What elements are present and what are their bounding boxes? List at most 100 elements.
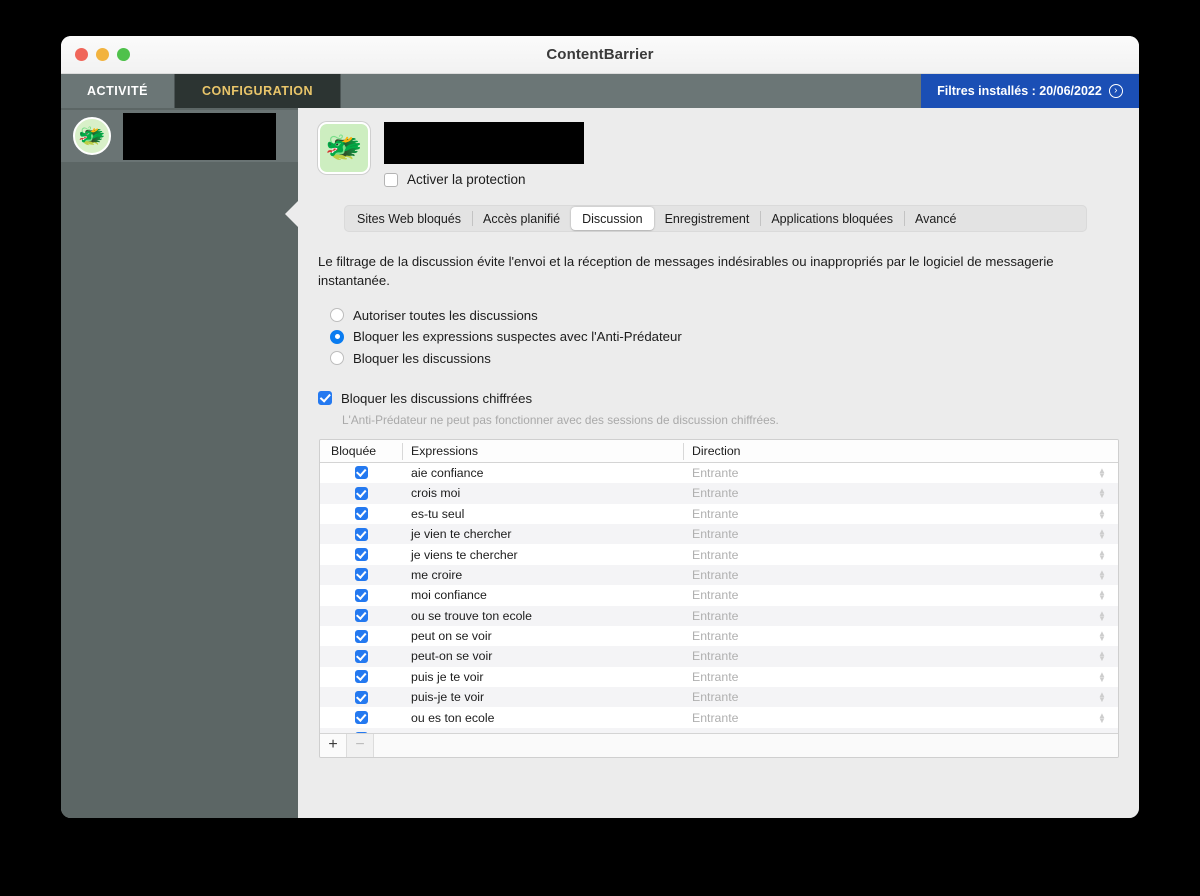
row-blocked-checkbox[interactable] [354, 588, 368, 602]
row-expression-cell[interactable]: je vien te chercher [402, 527, 683, 541]
row-direction-cell[interactable]: Entrante [683, 466, 1089, 480]
row-direction-cell[interactable]: Entrante [683, 629, 1089, 643]
table-row[interactable]: crois moi Entrante ▲ ▼ [320, 483, 1118, 504]
row-blocked-cell [320, 507, 402, 521]
direction-stepper-icon[interactable]: ▲ ▼ [1089, 568, 1115, 581]
tab-applications-bloquees[interactable]: Applications bloquées [760, 207, 904, 230]
row-blocked-checkbox[interactable] [354, 486, 368, 500]
row-expression-cell[interactable]: es-tu seul [402, 507, 683, 521]
row-expression-cell[interactable]: je viens te chercher [402, 548, 683, 562]
row-direction-cell[interactable]: Entrante [683, 588, 1089, 602]
row-blocked-checkbox[interactable] [354, 649, 368, 663]
direction-stepper-icon[interactable]: ▲ ▼ [1089, 589, 1115, 602]
dragon-avatar-icon[interactable]: 🐲 [318, 122, 370, 174]
remove-expression-button: − [347, 733, 374, 757]
direction-stepper-icon[interactable]: ▲ ▼ [1089, 650, 1115, 663]
direction-stepper-icon[interactable]: ▲ ▼ [1089, 609, 1115, 622]
row-expression-cell[interactable]: ou es ton ecole [402, 711, 683, 725]
row-expression-cell[interactable]: puis-je te voir [402, 690, 683, 704]
row-blocked-checkbox[interactable] [354, 629, 368, 643]
row-expression-cell[interactable]: puis je te voir [402, 670, 683, 684]
direction-stepper-icon[interactable]: ▲ ▼ [1089, 711, 1115, 724]
filters-installed-badge[interactable]: Filtres installés : 20/06/2022 › [921, 74, 1139, 108]
row-expression-cell[interactable]: aie confiance [402, 466, 683, 480]
row-expression-cell[interactable]: moi confiance [402, 588, 683, 602]
row-direction-cell[interactable]: Entrante [683, 711, 1089, 725]
row-blocked-checkbox[interactable] [354, 466, 368, 480]
direction-stepper-icon[interactable]: ▲ ▼ [1089, 507, 1115, 520]
row-blocked-checkbox[interactable] [354, 507, 368, 521]
table-row[interactable]: ou es ton ecole Entrante ▲ ▼ [320, 707, 1118, 727]
row-expression-cell[interactable]: peut-on se voir [402, 649, 683, 663]
column-header-bloquee[interactable]: Bloquée [320, 440, 402, 462]
row-direction-cell[interactable]: Entrante [683, 507, 1089, 521]
table-row[interactable]: je vien te chercher Entrante ▲ ▼ [320, 523, 1118, 545]
enable-protection-row[interactable]: Activer la protection [384, 172, 584, 187]
row-blocked-checkbox[interactable] [354, 731, 368, 733]
row-direction-cell[interactable]: Entrante [683, 690, 1089, 704]
direction-stepper-icon[interactable]: ▲ ▼ [1089, 528, 1115, 541]
table-row[interactable]: puis-je te voir Entrante ▲ ▼ [320, 687, 1118, 708]
dragon-avatar-icon: 🐲 [73, 117, 111, 155]
radio-block-discussions[interactable]: Bloquer les discussions [330, 347, 1118, 369]
row-blocked-checkbox[interactable] [354, 711, 368, 725]
table-row[interactable]: es-tu seul Entrante ▲ ▼ [320, 504, 1118, 524]
direction-stepper-icon[interactable]: ▲ ▼ [1089, 548, 1115, 561]
block-encrypted-checkbox[interactable] [318, 391, 332, 406]
tab-acces-planifie[interactable]: Accès planifié [472, 207, 571, 230]
block-encrypted-row[interactable]: Bloquer les discussions chiffrées [318, 391, 1118, 406]
table-row[interactable]: aie confiance Entrante ▲ ▼ [320, 463, 1118, 483]
radio-button-selected[interactable] [330, 329, 344, 344]
row-blocked-checkbox[interactable] [354, 670, 368, 684]
row-blocked-checkbox[interactable] [354, 609, 368, 623]
direction-stepper-icon[interactable]: ▲ ▼ [1089, 487, 1115, 500]
radio-button[interactable] [330, 308, 344, 323]
table-row[interactable]: peut-on se voir Entrante ▲ ▼ [320, 646, 1118, 667]
direction-stepper-icon[interactable]: ▲ ▼ [1089, 630, 1115, 643]
table-row[interactable]: puis je te voir Entrante ▲ ▼ [320, 667, 1118, 687]
row-expression-cell[interactable]: ou se trouve ton ecole [402, 609, 683, 623]
row-blocked-checkbox[interactable] [354, 568, 368, 582]
add-expression-button[interactable]: + [320, 733, 347, 757]
radio-button[interactable] [330, 351, 344, 366]
table-row[interactable]: je viens te chercher Entrante ▲ ▼ [320, 544, 1118, 564]
radio-block-suspicious-expressions[interactable]: Bloquer les expressions suspectes avec l… [330, 326, 1118, 348]
table-row[interactable]: ou se trouve ton ecole Entrante ▲ ▼ [320, 605, 1118, 626]
direction-stepper-icon[interactable]: ▲ ▼ [1089, 670, 1115, 683]
tab-activite[interactable]: ACTIVITÉ [61, 74, 175, 108]
column-header-direction[interactable]: Direction [683, 440, 1118, 462]
row-direction-cell[interactable]: Entrante [683, 670, 1089, 684]
enable-protection-checkbox[interactable] [384, 172, 398, 187]
row-blocked-checkbox[interactable] [354, 690, 368, 704]
row-expression-cell[interactable]: ou est ton ecole [402, 731, 683, 733]
tab-sites-web-bloques[interactable]: Sites Web bloqués [346, 207, 472, 230]
tab-enregistrement[interactable]: Enregistrement [654, 207, 761, 230]
row-direction-cell[interactable]: Entrante [683, 649, 1089, 663]
tab-discussion[interactable]: Discussion [571, 207, 654, 230]
row-direction-cell[interactable]: Entrante [683, 486, 1089, 500]
row-blocked-checkbox[interactable] [354, 527, 368, 541]
row-expression-cell[interactable]: peut on se voir [402, 629, 683, 643]
row-expression-cell[interactable]: me croire [402, 568, 683, 582]
tab-avance[interactable]: Avancé [903, 207, 967, 230]
row-direction-cell[interactable]: Entrante [683, 609, 1089, 623]
row-direction-cell[interactable]: Entrante [683, 568, 1089, 582]
row-expression-cell[interactable]: crois moi [402, 486, 683, 500]
direction-stepper-icon[interactable]: ▲ ▼ [1089, 691, 1115, 704]
table-row[interactable]: moi confiance Entrante ▲ ▼ [320, 585, 1118, 605]
row-direction-cell[interactable]: Entrante [683, 548, 1089, 562]
radio-allow-all-discussions[interactable]: Autoriser toutes les discussions [330, 304, 1118, 326]
table-row[interactable]: peut on se voir Entrante ▲ ▼ [320, 626, 1118, 646]
table-header-row: Bloquée Expressions Direction [320, 439, 1118, 463]
table-footer-filler [374, 733, 1118, 757]
row-direction-cell[interactable]: Entrante [683, 731, 1089, 733]
direction-stepper-icon[interactable]: ▲ ▼ [1089, 466, 1115, 479]
table-row[interactable]: me croire Entrante ▲ ▼ [320, 564, 1118, 586]
table-row[interactable]: ou est ton ecoleEntrante▲▼ [320, 727, 1118, 733]
tab-configuration[interactable]: CONFIGURATION [175, 74, 341, 108]
row-blocked-checkbox[interactable] [354, 548, 368, 562]
column-header-expressions[interactable]: Expressions [402, 440, 683, 462]
sidebar-item-profile[interactable]: 🐲 [61, 110, 298, 162]
row-direction-cell[interactable]: Entrante [683, 527, 1089, 541]
arrow-right-circle-icon[interactable]: › [1108, 84, 1123, 98]
